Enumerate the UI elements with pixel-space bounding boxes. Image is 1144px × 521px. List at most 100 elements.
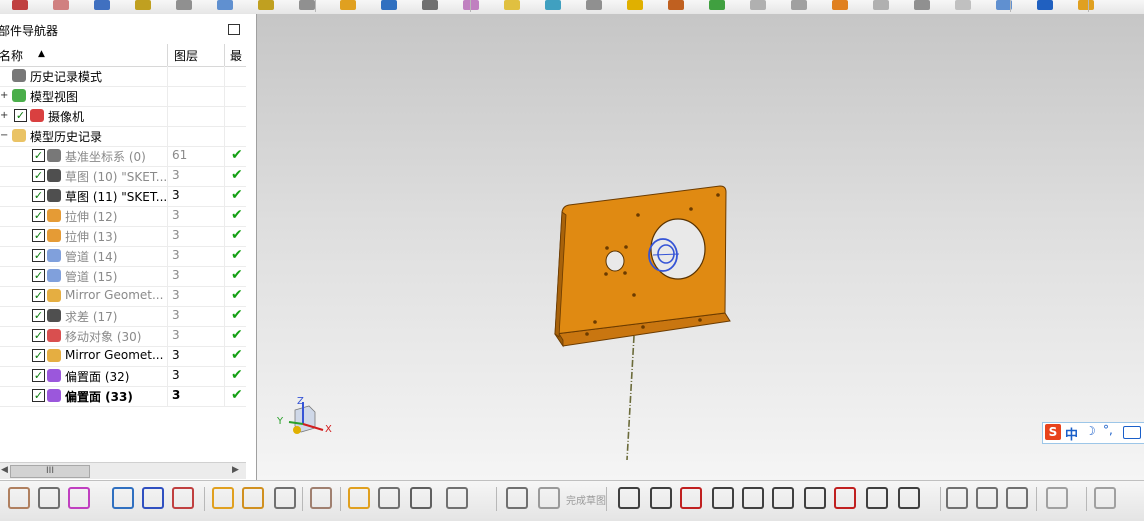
tree-row[interactable]: ✓ 基准坐标系 (0) 61 ✔ bbox=[0, 146, 246, 167]
scrollbar-thumb[interactable]: III bbox=[10, 465, 90, 478]
tree-row[interactable]: ✓ 草图 (11) "SKET... 3 ✔ bbox=[0, 186, 246, 207]
toolbar-icon[interactable] bbox=[750, 0, 766, 10]
line-icon[interactable] bbox=[650, 487, 672, 509]
polygon-icon[interactable] bbox=[834, 487, 856, 509]
visibility-checkbox[interactable]: ✓ bbox=[32, 309, 45, 322]
toolbar-icon[interactable] bbox=[709, 0, 725, 10]
tree-row[interactable]: ✓ 拉伸 (12) 3 ✔ bbox=[0, 206, 246, 227]
ime-toolbar[interactable]: S 中 ☽ °, bbox=[1042, 422, 1144, 444]
tree-row[interactable]: ✓ 拉伸 (13) 3 ✔ bbox=[0, 226, 246, 247]
toolbar-icon[interactable] bbox=[299, 0, 315, 10]
tree-row[interactable]: ✓ 移动对象 (30) 3 ✔ bbox=[0, 326, 246, 347]
visibility-checkbox[interactable]: ✓ bbox=[32, 329, 45, 342]
body-icon[interactable] bbox=[310, 487, 332, 509]
punctuation-icon[interactable]: °, bbox=[1103, 423, 1113, 437]
ime-mode[interactable]: 中 bbox=[1065, 424, 1078, 443]
visibility-checkbox[interactable]: ✓ bbox=[32, 209, 45, 222]
ime-logo[interactable]: S bbox=[1045, 424, 1061, 440]
column-name-header[interactable]: 名称 bbox=[0, 47, 23, 64]
tree-row[interactable]: 历史记录模式 bbox=[0, 66, 246, 87]
toolbar-icon[interactable] bbox=[504, 0, 520, 10]
toolbar-icon[interactable] bbox=[1037, 0, 1053, 10]
toolbar-icon[interactable] bbox=[545, 0, 561, 10]
finish-sketch-label[interactable]: 完成草图 bbox=[566, 492, 606, 507]
toolbar-icon[interactable] bbox=[94, 0, 110, 10]
toolbar-icon[interactable] bbox=[176, 0, 192, 10]
maximize-icon[interactable] bbox=[228, 24, 240, 35]
toolbar-icon[interactable] bbox=[668, 0, 684, 10]
mirror-icon[interactable] bbox=[142, 487, 164, 509]
visibility-checkbox[interactable]: ✓ bbox=[32, 169, 45, 182]
toolbar-icon[interactable] bbox=[955, 0, 971, 10]
circle-icon[interactable] bbox=[712, 487, 734, 509]
trim-icon[interactable] bbox=[172, 487, 194, 509]
toolbar-icon[interactable] bbox=[217, 0, 233, 10]
scroll-right-icon[interactable]: ▶ bbox=[232, 465, 239, 475]
block-icon[interactable] bbox=[212, 487, 234, 509]
tree-row[interactable]: − 模型历史记录 bbox=[0, 126, 246, 147]
tree-row[interactable]: ✓ 偏置面 (33) 3 ✔ bbox=[0, 386, 246, 407]
model-scene[interactable] bbox=[257, 14, 1144, 480]
visibility-checkbox[interactable]: ✓ bbox=[14, 109, 27, 122]
tree-icon[interactable] bbox=[410, 487, 432, 509]
constraint-icon[interactable] bbox=[1094, 487, 1116, 509]
toolbar-icon[interactable] bbox=[12, 0, 28, 10]
toolbar-icon[interactable] bbox=[463, 0, 479, 10]
visibility-checkbox[interactable]: ✓ bbox=[32, 149, 45, 162]
visibility-checkbox[interactable]: ✓ bbox=[32, 249, 45, 262]
toolbar-icon[interactable] bbox=[873, 0, 889, 10]
tree-row[interactable]: + ✓ 摄像机 bbox=[0, 106, 246, 127]
fillet-icon[interactable] bbox=[742, 487, 764, 509]
moon-icon[interactable]: ☽ bbox=[1085, 424, 1096, 438]
visibility-checkbox[interactable]: ✓ bbox=[32, 229, 45, 242]
tree-row[interactable]: ✓ 管道 (14) 3 ✔ bbox=[0, 246, 246, 267]
graphics-viewport[interactable]: Z X Y bbox=[257, 14, 1144, 480]
toolbar-icon[interactable] bbox=[381, 0, 397, 10]
layer-icon[interactable] bbox=[38, 487, 60, 509]
visibility-checkbox[interactable]: ✓ bbox=[32, 189, 45, 202]
arc-icon[interactable] bbox=[680, 487, 702, 509]
studio-spline-icon[interactable] bbox=[898, 487, 920, 509]
tree-row[interactable]: ✓ 草图 (10) "SKET... 3 ✔ bbox=[0, 166, 246, 187]
toolbar-icon[interactable] bbox=[1078, 0, 1094, 10]
tree-row[interactable]: ✓ Mirror Geomet... 3 ✔ bbox=[0, 346, 246, 367]
expand-toggle-icon[interactable]: − bbox=[0, 130, 8, 141]
link-icon[interactable] bbox=[348, 487, 370, 509]
sort-ascending-icon[interactable]: ▲ bbox=[38, 49, 45, 59]
datum-icon[interactable] bbox=[274, 487, 296, 509]
tree-row[interactable]: ✓ 求差 (17) 3 ✔ bbox=[0, 306, 246, 327]
toolbar-icon[interactable] bbox=[586, 0, 602, 10]
csys-icon[interactable] bbox=[112, 487, 134, 509]
column-latest-header[interactable]: 最 bbox=[230, 47, 242, 64]
finish-sketch-icon[interactable] bbox=[538, 487, 560, 509]
tool-icon[interactable] bbox=[378, 487, 400, 509]
dimension-icon[interactable] bbox=[1046, 487, 1068, 509]
rectangle-icon[interactable] bbox=[804, 487, 826, 509]
part-icon[interactable] bbox=[8, 487, 30, 509]
toolbar-icon[interactable] bbox=[791, 0, 807, 10]
chamfer-icon[interactable] bbox=[772, 487, 794, 509]
keyboard-icon[interactable] bbox=[1123, 426, 1141, 439]
toolbar-icon[interactable] bbox=[422, 0, 438, 10]
plus-icon[interactable] bbox=[866, 487, 888, 509]
toolbar-icon[interactable] bbox=[914, 0, 930, 10]
toolbar-icon[interactable] bbox=[340, 0, 356, 10]
corner-icon[interactable] bbox=[1006, 487, 1028, 509]
toolbar-icon[interactable] bbox=[832, 0, 848, 10]
profile-icon[interactable] bbox=[618, 487, 640, 509]
quick-trim-icon[interactable] bbox=[946, 487, 968, 509]
toolbar-icon[interactable] bbox=[258, 0, 274, 10]
toolbar-icon[interactable] bbox=[53, 0, 69, 10]
column-divider[interactable] bbox=[167, 44, 168, 66]
point-icon[interactable] bbox=[68, 487, 90, 509]
expand-toggle-icon[interactable]: + bbox=[0, 110, 8, 121]
visibility-checkbox[interactable]: ✓ bbox=[32, 349, 45, 362]
column-divider[interactable] bbox=[224, 44, 225, 66]
horizontal-scrollbar[interactable]: ◀ III ▶ bbox=[0, 462, 246, 479]
visibility-checkbox[interactable]: ✓ bbox=[32, 369, 45, 382]
expand-toggle-icon[interactable]: + bbox=[0, 90, 8, 101]
visibility-checkbox[interactable]: ✓ bbox=[32, 289, 45, 302]
toolbar-icon[interactable] bbox=[135, 0, 151, 10]
sketch-icon[interactable] bbox=[506, 487, 528, 509]
visibility-checkbox[interactable]: ✓ bbox=[32, 269, 45, 282]
